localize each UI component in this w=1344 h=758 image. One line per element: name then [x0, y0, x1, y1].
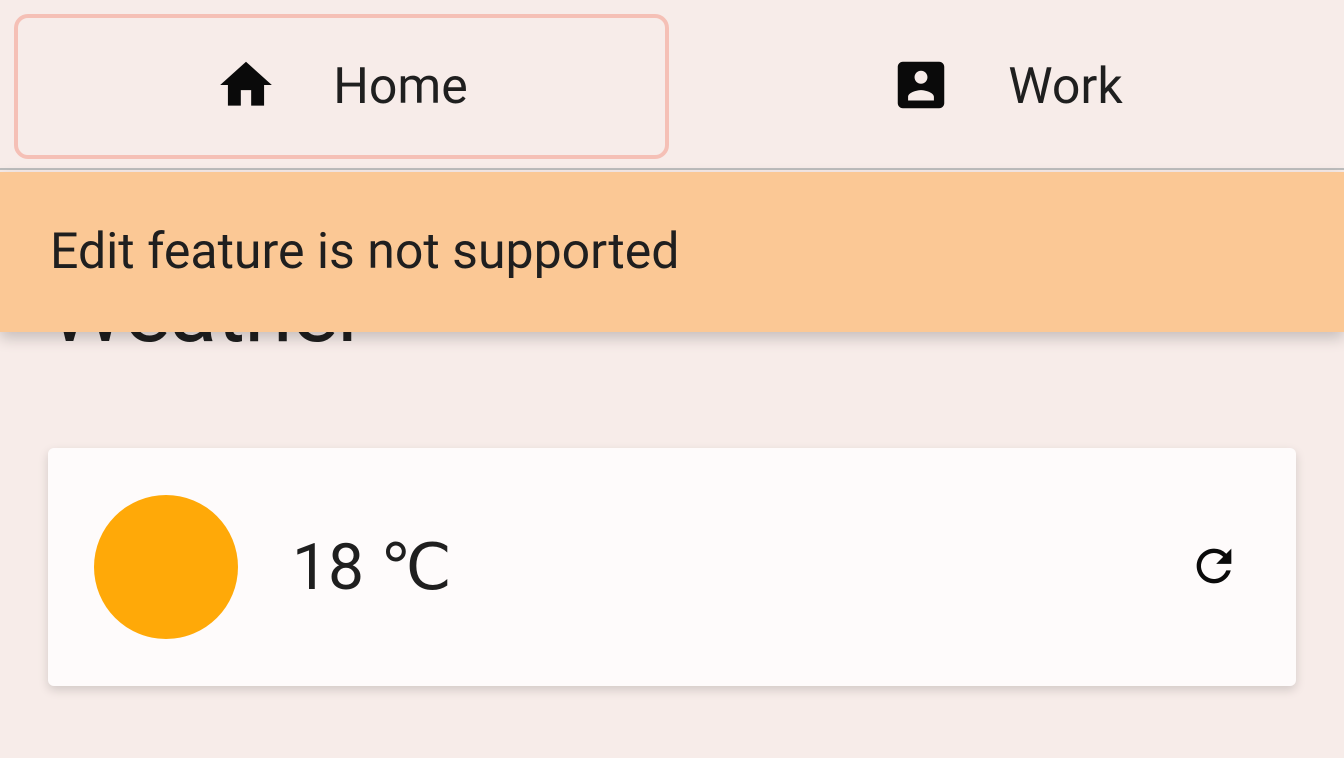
snackbar-message: Edit feature is not supported [50, 223, 679, 281]
person-icon [890, 54, 952, 120]
tab-work[interactable]: Work [683, 14, 1330, 159]
tab-home-label: Home [333, 58, 468, 116]
tab-home[interactable]: Home [14, 14, 669, 159]
tab-work-label: Work [1008, 58, 1122, 116]
refresh-icon [1188, 580, 1240, 595]
tab-bar: Home Work [0, 0, 1344, 170]
sun-icon [94, 495, 238, 639]
temperature-value: 18 ℃ [292, 530, 1178, 605]
weather-card: 18 ℃ [48, 448, 1296, 686]
home-icon [215, 54, 277, 120]
snackbar: Edit feature is not supported [0, 172, 1344, 332]
refresh-button[interactable] [1178, 530, 1250, 605]
